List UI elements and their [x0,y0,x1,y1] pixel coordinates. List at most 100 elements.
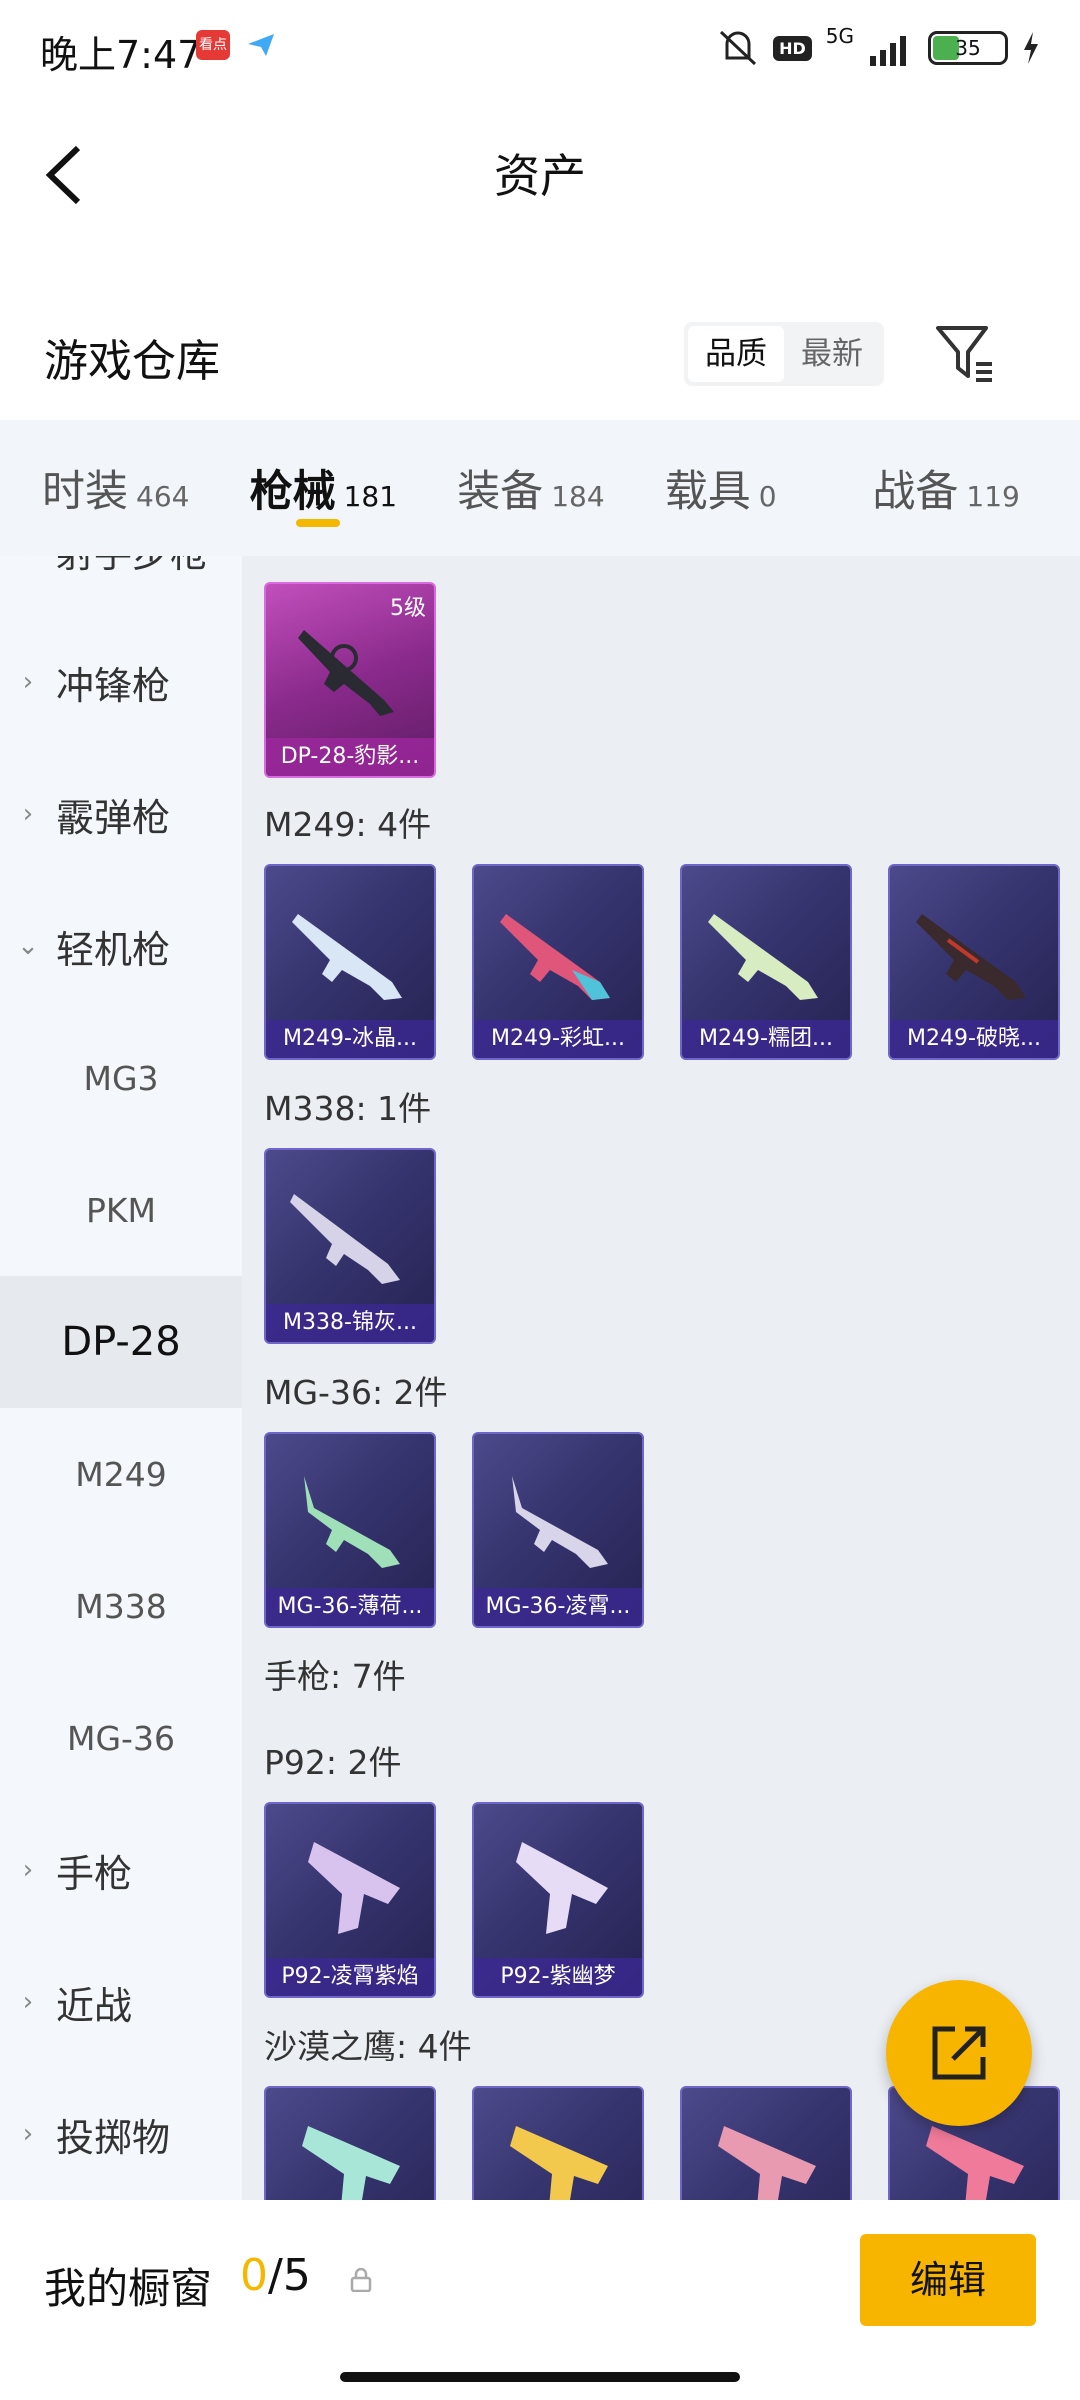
skin-card[interactable]: P92-凌霄紫焰 [264,1802,436,1998]
pistol-icon [516,1842,608,1934]
status-time: 晚上7:47 [40,33,202,77]
sort-quality-button[interactable]: 品质 [688,326,784,382]
group-header-mg36: MG-36: 2件 [264,1373,448,1412]
sort-newest-button[interactable]: 最新 [784,326,880,382]
skin-card[interactable]: P92-紫幽梦 [472,1802,644,1998]
sidebar-item-throwable[interactable]: › 投掷物 [0,2068,242,2200]
sidebar-item-label: 投掷物 [56,2115,171,2160]
pistol-icon [308,1842,400,1934]
sidebar-item-lmg[interactable]: ⌄ 轻机枪 [0,880,242,1012]
skin-card[interactable]: MG-36-凌霄... [472,1432,644,1628]
chevron-right-icon: › [22,667,34,697]
sidebar-item-mg36[interactable]: MG-36 [0,1672,242,1804]
sidebar-item-label: 冲锋枪 [56,663,171,708]
rifle-icon [512,1476,608,1568]
group-header-desert-eagle: 沙漠之鹰: 4件 [264,2027,472,2066]
tab-supplies[interactable]: 战备 119 [872,457,1080,519]
tab-label: 战备 [872,467,959,517]
group-header-m338: M338: 1件 [264,1089,432,1128]
tab-label: 载具 [664,467,751,517]
sidebar-item-m338[interactable]: M338 [0,1540,242,1672]
charging-icon [1024,32,1038,64]
pistol-icon [926,2126,1024,2200]
tab-label: 枪械 [249,467,336,517]
machine-gun-icon [298,630,394,716]
showcase-count: 0/5 [240,2250,311,2301]
group-header-m249: M249: 4件 [264,805,432,844]
chevron-right-icon: › [22,2119,34,2149]
sidebar-item-mg3[interactable]: MG3 [0,1012,242,1144]
skin-card[interactable]: 5级 DP-28-豹影... [264,582,436,778]
skin-card[interactable] [472,2086,644,2200]
sidebar-item-melee[interactable]: › 近战 [0,1936,242,2068]
sidebar-item-shotgun[interactable]: › 霰弹枪 [0,748,242,880]
chevron-right-icon: › [22,799,34,829]
tab-fashion[interactable]: 时装 464 [42,457,250,519]
tab-label: 时装 [42,467,128,517]
skin-card[interactable] [680,2086,852,2200]
skin-card[interactable]: M338-锦灰... [264,1148,436,1344]
share-button[interactable] [886,1980,1032,2126]
tab-count: 0 [758,480,777,513]
skin-card[interactable]: M249-糯团... [680,864,852,1060]
chevron-right-icon: › [0,556,56,565]
machine-gun-icon [916,914,1026,1000]
skin-name: P92-紫幽梦 [474,1958,642,1996]
machine-gun-icon [292,914,402,1000]
hd-badge: HD [773,35,812,61]
tab-vehicles[interactable]: 载具 0 [665,457,873,519]
sidebar-item-m249[interactable]: M249 [0,1408,242,1540]
skin-card[interactable]: M249-破晓... [888,864,1060,1060]
skin-card[interactable] [264,2086,436,2200]
skin-name: M249-破晓... [890,1020,1058,1058]
group-header-pistol: 手枪: 7件 [264,1657,406,1696]
skin-name: M249-冰晶... [266,1020,434,1058]
weapon-category-sidebar: ›射手步枪 ›冲锋枪 ›霰弹枪 ⌄轻机枪 MG3 PKM DP-28 M249 … [0,556,242,2200]
tab-count: 181 [343,480,398,513]
tab-count: 184 [551,480,605,513]
showcase-label: 我的橱窗 [44,2264,213,2313]
weapon-skin-list: 5级 DP-28-豹影... M249: 4件 M249-冰晶... M249-… [242,556,1080,2200]
skin-name: MG-36-薄荷... [266,1588,434,1626]
page-title: 资产 [494,149,586,203]
sidebar-item-label: 近战 [56,1983,133,2028]
skin-card[interactable]: M249-彩虹... [472,864,644,1060]
tab-label: 装备 [457,467,544,517]
skin-card[interactable]: M249-冰晶... [264,864,436,1060]
sidebar-item-marksman-rifle[interactable]: ›射手步枪 [0,556,242,616]
tab-equipment[interactable]: 装备 184 [457,457,665,519]
rifle-icon [290,1194,400,1284]
sidebar-item-label: 轻机枪 [56,927,171,972]
chevron-right-icon: › [22,1855,34,1885]
showcase-bar: 我的橱窗 0/5 编辑 [0,2200,1080,2400]
home-indicator[interactable] [340,2372,740,2382]
skin-name: P92-凌霄紫焰 [266,1958,434,1996]
paper-plane-icon [248,34,274,56]
tab-count: 464 [136,480,190,513]
network-type: 5G [825,24,854,48]
skin-name: M249-彩虹... [474,1020,642,1058]
sidebar-item-dp28[interactable]: DP-28 [0,1276,242,1408]
sidebar-item-pkm[interactable]: PKM [0,1144,242,1276]
skin-card[interactable]: MG-36-薄荷... [264,1432,436,1628]
signal-icon [870,36,906,66]
asset-screen: { "status_bar": {"time": "晚上7:47", "app_… [0,0,1080,2400]
sort-segmented-control: 品质 最新 [684,322,884,386]
edit-button[interactable]: 编辑 [860,2234,1036,2326]
battery-level: 35 [955,36,981,60]
status-icons: HD 5G 35 [717,24,1040,72]
pistol-icon [302,2126,400,2200]
group-header-p92: P92: 2件 [264,1743,402,1782]
sidebar-item-label: 手枪 [56,1851,133,1896]
tab-guns[interactable]: 枪械 181 [249,457,458,527]
skin-name: MG-36-凌霄... [474,1588,642,1626]
pistol-icon [718,2126,816,2200]
filter-icon[interactable] [934,322,994,384]
active-tab-indicator [295,519,340,527]
sidebar-item-pistol[interactable]: › 手枪 [0,1804,242,1936]
sidebar-item-smg[interactable]: › 冲锋枪 [0,616,242,748]
lock-icon [350,2268,372,2292]
showcase-current: 0 [240,2250,268,2301]
pistol-icon [510,2126,608,2200]
chevron-right-icon: › [22,1987,34,2017]
